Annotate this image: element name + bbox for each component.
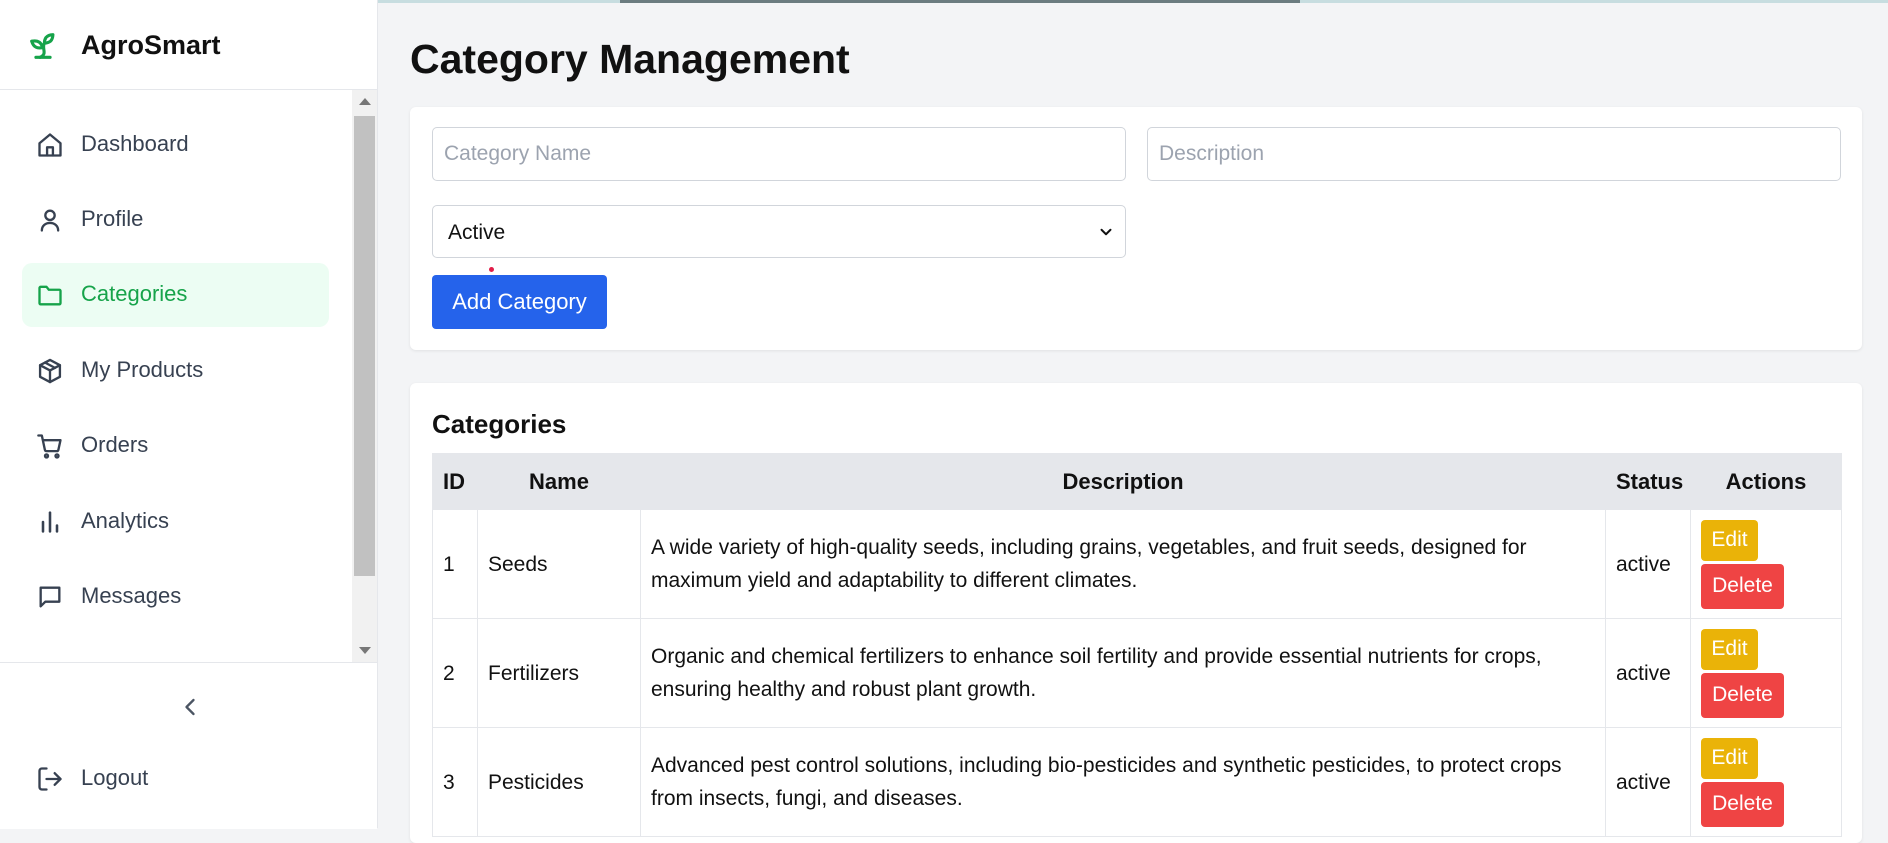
edit-button[interactable]: Edit: [1701, 519, 1758, 561]
cell-id: 1: [432, 509, 478, 619]
cell-actions: Edit Delete: [1690, 618, 1842, 728]
category-name-input[interactable]: [432, 127, 1126, 181]
cell-name: Pesticides: [477, 727, 641, 837]
logout-button[interactable]: Logout: [36, 761, 286, 801]
sidebar-item-label: Orders: [81, 432, 149, 457]
status-select-value: Active: [448, 221, 506, 244]
sidebar: AgroSmart Dashboard Profile Categories M…: [0, 0, 378, 829]
brand-name: AgroSmart: [81, 30, 221, 60]
column-header-actions: Actions: [1690, 453, 1842, 510]
sidebar-item-my-products[interactable]: My Products: [22, 339, 329, 403]
package-icon: [38, 358, 62, 384]
cell-actions: Edit Delete: [1690, 727, 1842, 837]
delete-button[interactable]: Delete: [1701, 781, 1784, 827]
categories-list-card: Categories ID Name Description Status Ac…: [410, 383, 1862, 843]
scroll-down-arrow-icon[interactable]: [359, 647, 371, 654]
list-title: Categories: [432, 409, 567, 439]
sidebar-item-dashboard[interactable]: Dashboard: [22, 113, 329, 177]
table-row: 1 Seeds A wide variety of high-quality s…: [432, 509, 1842, 619]
column-header-id: ID: [432, 453, 478, 510]
edit-button[interactable]: Edit: [1701, 737, 1758, 779]
sidebar-nav: Dashboard Profile Categories My Products…: [0, 90, 352, 662]
logout-label: Logout: [81, 765, 149, 790]
cart-icon: [37, 434, 62, 459]
description-input[interactable]: [1147, 127, 1841, 181]
sidebar-footer: Logout: [0, 662, 377, 829]
table-row: 3 Pesticides Advanced pest control solut…: [432, 727, 1842, 837]
bar-chart-icon: [41, 511, 59, 533]
cell-status: active: [1605, 509, 1691, 619]
cell-status: active: [1605, 727, 1691, 837]
sidebar-item-label: Profile: [81, 206, 144, 231]
sidebar-scrollbar[interactable]: [352, 90, 377, 662]
cell-id: 3: [432, 727, 478, 837]
cell-actions: Edit Delete: [1690, 509, 1842, 619]
category-form: Active Add Category: [410, 107, 1862, 350]
home-icon: [38, 133, 62, 157]
page-title: Category Management: [410, 36, 850, 82]
status-select[interactable]: Active: [432, 205, 1126, 258]
logout-icon: [38, 767, 62, 791]
cell-status: active: [1605, 618, 1691, 728]
table-header-row: ID Name Description Status Actions: [432, 453, 1842, 510]
sidebar-item-categories[interactable]: Categories: [22, 263, 329, 327]
user-icon: [40, 209, 60, 232]
table-row: 2 Fertilizers Organic and chemical ferti…: [432, 618, 1842, 728]
column-header-status: Status: [1605, 453, 1691, 510]
cell-description: Advanced pest control solutions, includi…: [640, 727, 1606, 837]
sidebar-item-label: Categories: [81, 281, 188, 306]
sidebar-item-analytics[interactable]: Analytics: [22, 490, 329, 554]
add-category-button[interactable]: Add Category: [432, 275, 607, 329]
cell-description: Organic and chemical fertilizers to enha…: [640, 618, 1606, 728]
delete-button[interactable]: Delete: [1701, 563, 1784, 609]
delete-button[interactable]: Delete: [1701, 672, 1784, 718]
chevron-down-icon: [1100, 228, 1112, 236]
scroll-up-arrow-icon[interactable]: [359, 98, 371, 105]
chevron-left-icon[interactable]: [176, 693, 204, 721]
edit-button[interactable]: Edit: [1701, 628, 1758, 670]
sidebar-item-label: Messages: [81, 583, 182, 608]
sidebar-item-label: My Products: [81, 357, 204, 382]
scrollbar-thumb[interactable]: [354, 116, 375, 576]
cursor-marker: [489, 267, 494, 272]
cell-name: Fertilizers: [477, 618, 641, 728]
sidebar-item-label: Dashboard: [81, 131, 189, 156]
sidebar-item-label: Analytics: [81, 508, 170, 533]
column-header-description: Description: [640, 453, 1606, 510]
message-icon: [39, 586, 61, 608]
sidebar-item-messages[interactable]: Messages: [22, 565, 329, 629]
sprout-icon: [30, 33, 55, 59]
categories-table: ID Name Description Status Actions 1 See…: [432, 453, 1842, 837]
column-header-name: Name: [477, 453, 641, 510]
sidebar-item-profile[interactable]: Profile: [22, 188, 329, 252]
folder-icon: [38, 285, 62, 306]
cell-name: Seeds: [477, 509, 641, 619]
cell-description: A wide variety of high-quality seeds, in…: [640, 509, 1606, 619]
brand: AgroSmart: [0, 0, 377, 90]
sidebar-item-orders[interactable]: Orders: [22, 414, 329, 478]
cell-id: 2: [432, 618, 478, 728]
